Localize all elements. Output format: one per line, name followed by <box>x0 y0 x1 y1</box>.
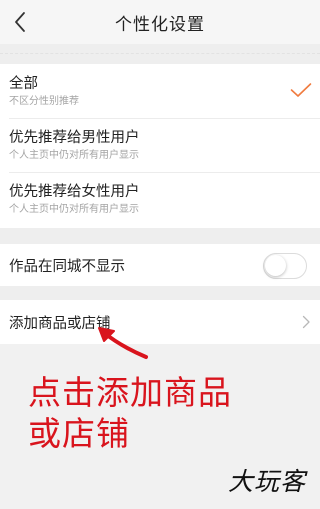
annotation-arrow-icon <box>98 327 148 359</box>
option-title: 全部 <box>9 75 38 92</box>
option-subtitle: 个人主页中仍对所有用户显示 <box>9 149 139 161</box>
hide-in-local-toggle[interactable] <box>263 253 307 279</box>
hide-in-local-row: 作品在同城不显示 <box>0 244 320 286</box>
add-product-or-shop-row[interactable]: 添加商品或店铺 <box>0 300 320 344</box>
option-subtitle: 不区分性别推荐 <box>9 95 79 107</box>
section-divider <box>0 44 320 64</box>
toggle-knob <box>265 255 286 276</box>
annotation-line-2: 或店铺 <box>28 414 130 453</box>
option-title: 优先推荐给女性用户 <box>9 183 140 200</box>
page-title: 个性化设置 <box>115 14 205 35</box>
option-subtitle: 个人主页中仍对所有用户显示 <box>9 203 139 215</box>
section-divider <box>0 228 320 244</box>
back-button[interactable] <box>0 0 40 44</box>
section-divider <box>0 286 320 300</box>
option-male-users[interactable]: 优先推荐给男性用户 个人主页中仍对所有用户显示 <box>0 118 320 172</box>
chevron-left-icon <box>15 12 25 32</box>
settings-page: 个性化设置 全部 不区分性别推荐 优先推荐给男性用户 个人主页中仍对所有用户显示… <box>0 0 320 509</box>
hide-in-local-label: 作品在同城不显示 <box>9 258 125 275</box>
chevron-right-icon <box>302 315 310 329</box>
top-navigation-bar: 个性化设置 <box>0 0 320 44</box>
option-all[interactable]: 全部 不区分性别推荐 <box>0 64 320 118</box>
option-female-users[interactable]: 优先推荐给女性用户 个人主页中仍对所有用户显示 <box>0 172 320 226</box>
checkmark-icon <box>290 83 312 97</box>
option-title: 优先推荐给男性用户 <box>9 129 140 146</box>
watermark-logo: 大玩客 <box>227 467 306 496</box>
annotation-line-1: 点击添加商品 <box>28 373 232 412</box>
recommendation-options-list: 全部 不区分性别推荐 优先推荐给男性用户 个人主页中仍对所有用户显示 优先推荐给… <box>0 64 320 228</box>
annotation-text: 点击添加商品 或店铺 <box>28 372 298 454</box>
